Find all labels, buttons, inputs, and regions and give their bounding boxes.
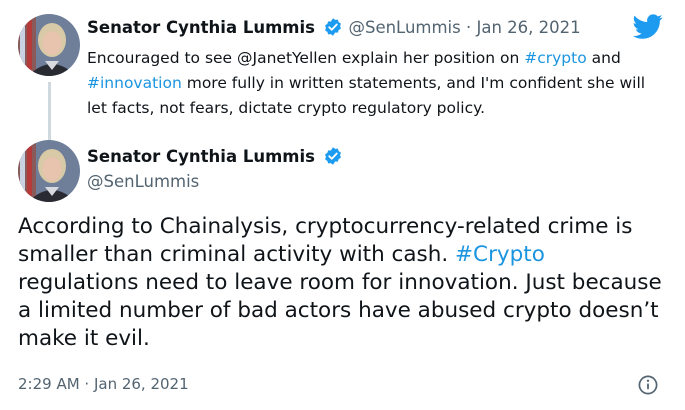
hashtag-link[interactable]: #innovation (87, 74, 182, 92)
tweet-text-segment: and (586, 49, 621, 67)
author-name-line: Senator Cynthia Lummis (87, 146, 343, 172)
parent-tweet-header: Senator Cynthia Lummis @SenLummis · Jan … (87, 17, 581, 43)
author-avatar[interactable] (18, 140, 80, 202)
meta-separator: · (460, 18, 477, 37)
tweet-text-segment: regulations need to leave room for innov… (18, 270, 662, 351)
tweet-timestamp[interactable]: 2:29 AM · Jan 26, 2021 (18, 373, 189, 395)
info-icon[interactable] (638, 375, 658, 395)
twitter-bird-icon[interactable] (633, 14, 663, 40)
author-avatar[interactable] (18, 14, 80, 76)
parent-tweet-text: Encouraged to see @JanetYellen explain h… (87, 46, 667, 121)
verified-badge-icon (323, 17, 343, 43)
thread-connector-line (48, 82, 51, 144)
author-name[interactable]: Senator Cynthia Lummis (87, 147, 315, 166)
tweet-text-segment: Encouraged to see @JanetYellen explain h… (87, 49, 525, 67)
main-tweet-text: According to Chainalysis, cryptocurrency… (18, 213, 668, 353)
hashtag-link[interactable]: #crypto (524, 49, 586, 67)
author-name[interactable]: Senator Cynthia Lummis (87, 18, 315, 37)
main-tweet-header: Senator Cynthia Lummis @SenLummis (18, 140, 678, 204)
author-handle[interactable]: @SenLummis (348, 18, 460, 37)
hashtag-link[interactable]: #Crypto (455, 242, 545, 267)
tweet-date-link[interactable]: Jan 26, 2021 (477, 18, 581, 37)
parent-tweet[interactable]: Senator Cynthia Lummis @SenLummis · Jan … (18, 14, 678, 144)
verified-badge-icon (323, 146, 343, 172)
author-handle[interactable]: @SenLummis (87, 171, 199, 193)
